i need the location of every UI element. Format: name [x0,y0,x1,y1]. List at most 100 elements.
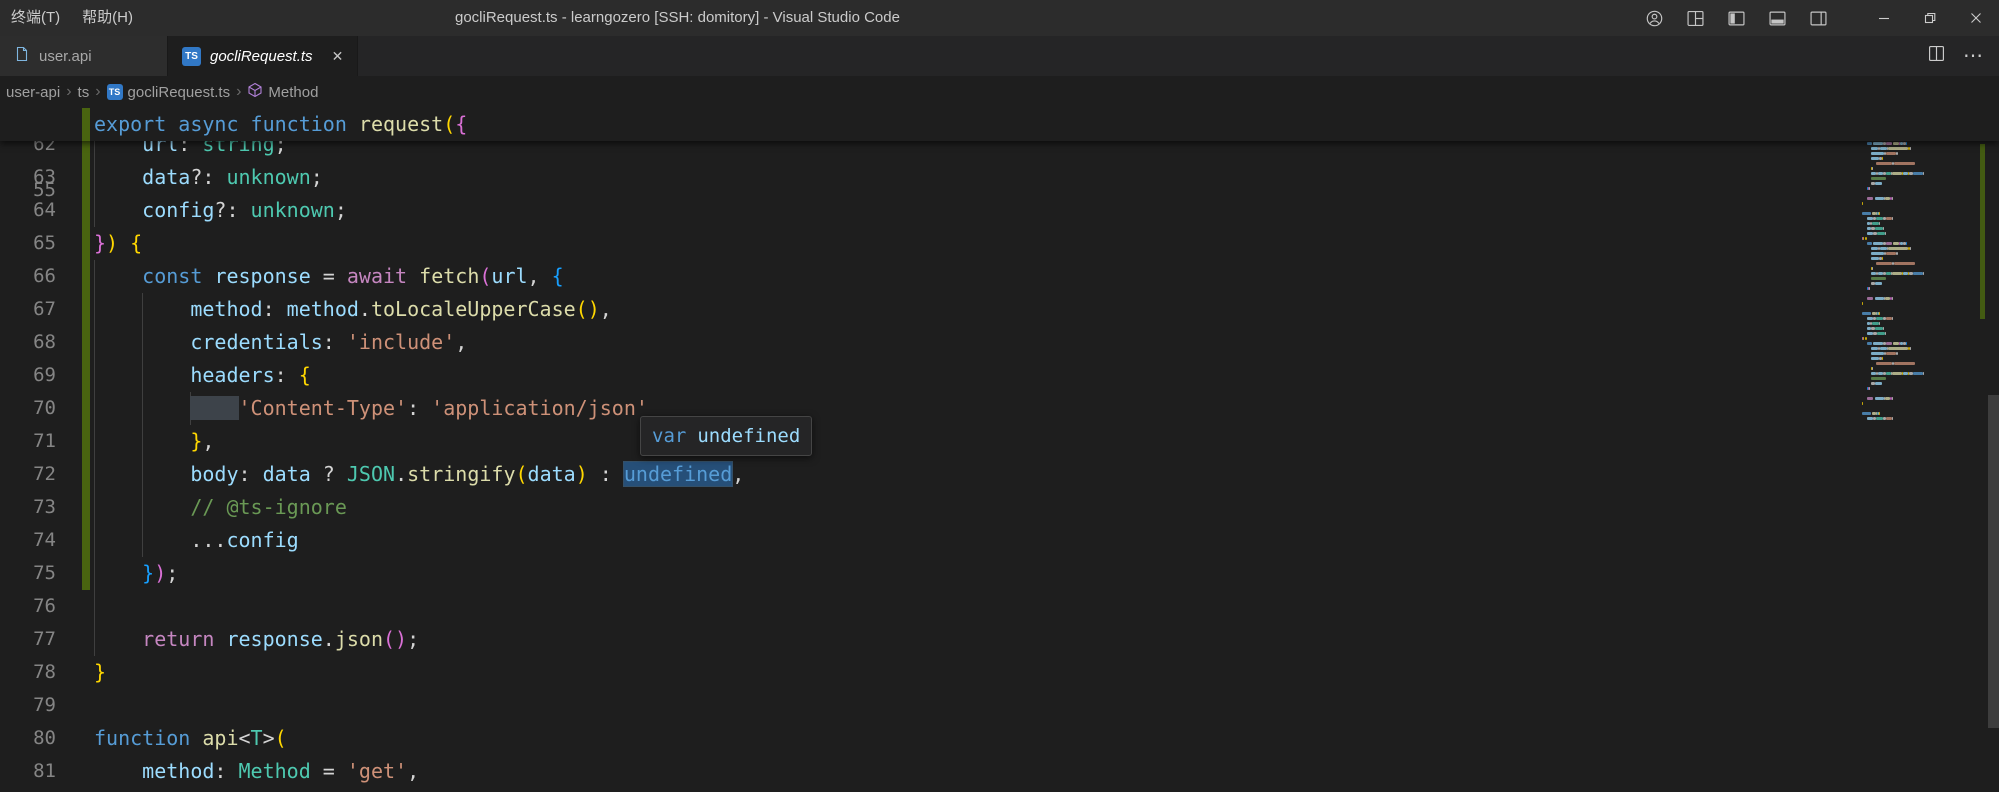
minimap-line [1862,232,1956,235]
line-number[interactable]: 70 [0,392,56,425]
line-number[interactable]: 71 [0,425,56,458]
code-line-text[interactable]: headers: { [94,359,311,392]
tab-user-api[interactable]: user.api [0,36,168,76]
git-added-indicator [82,227,90,260]
tab-label: gocliRequest.ts [210,48,313,65]
code-line-text[interactable]: 'Content-Type': 'application/json' [94,392,648,425]
code-editor[interactable]: 62 url: string;63 data?: unknown;64 conf… [0,108,1999,792]
minimap-line [1862,327,1956,330]
minimap-line [1862,237,1956,240]
line-number[interactable]: 73 [0,491,56,524]
breadcrumb-item-file[interactable]: TS gocliRequest.ts [107,84,231,101]
code-line-text[interactable]: function api<T>( [94,722,287,755]
close-button[interactable] [1953,0,1999,36]
line-number[interactable]: 81 [0,755,56,788]
line-number[interactable]: 80 [0,722,56,755]
line-number[interactable]: 79 [0,689,56,722]
vertical-scrollbar[interactable] [1988,395,1999,728]
line-number[interactable]: 69 [0,359,56,392]
line-number[interactable]: 77 [0,623,56,656]
hover-tooltip: var undefined [640,416,812,456]
minimap-line [1862,377,1956,380]
git-added-indicator [82,491,90,524]
titlebar: 终端(T) 帮助(H) gocliRequest.ts - learngozer… [0,0,1999,36]
code-line-65[interactable]: 65}) { [0,227,1999,260]
customize-layout-icon[interactable] [1687,10,1704,27]
minimap-line [1862,217,1956,220]
toggle-secondary-sidebar-icon[interactable] [1810,10,1827,27]
line-number[interactable]: 67 [0,293,56,326]
toggle-primary-sidebar-icon[interactable] [1728,10,1745,27]
minimap-line [1862,292,1956,295]
toggle-panel-icon[interactable] [1769,10,1786,27]
code-line-79[interactable]: 79 [0,689,1999,722]
line-number[interactable]: 68 [0,326,56,359]
code-line-70[interactable]: 70 'Content-Type': 'application/json' [0,392,1999,425]
code-line-text[interactable]: } [94,656,106,689]
code-line-66[interactable]: 66 const response = await fetch(url, { [0,260,1999,293]
minimap-line [1862,152,1956,155]
code-line-81[interactable]: 81 method: Method = 'get', [0,755,1999,788]
breadcrumb-item-ts-folder[interactable]: ts [78,84,90,101]
file-icon [14,46,30,66]
minimap-line [1862,177,1956,180]
code-line-text[interactable]: // @ts-ignore [94,491,347,524]
code-line-80[interactable]: 80 function api<T>( [0,722,1999,755]
code-line-text[interactable]: return response.json(); [94,623,419,656]
symbol-method-icon [247,82,263,102]
code-line-text[interactable]: }) { [94,227,142,260]
code-line-text[interactable]: credentials: 'include', [94,326,467,359]
code-line-text[interactable]: const response = await fetch(url, { [94,260,564,293]
tab-bar: user.api TS gocliRequest.ts ✕ ⋯ [0,36,1999,76]
code-line-63[interactable]: 63 data?: unknown; [0,161,1999,194]
git-added-indicator [82,392,90,425]
code-line-74[interactable]: 74 ...config [0,524,1999,557]
code-line-text[interactable]: method: method.toLocaleUpperCase(), [94,293,612,326]
account-icon[interactable] [1646,10,1663,27]
minimap-line [1862,347,1956,350]
minimap-line [1862,307,1956,310]
sticky-scroll-line[interactable]: 55 export async function request({ [0,108,1999,141]
code-line-text[interactable]: method: Method = 'get', [94,755,419,788]
git-added-indicator [82,557,90,590]
minimap[interactable] [1862,122,1956,422]
menu-terminal[interactable]: 终端(T) [0,0,71,36]
minimize-button[interactable] [1861,0,1907,36]
minimap-line [1862,242,1956,245]
menu-help[interactable]: 帮助(H) [71,0,144,36]
code-line-text[interactable]: }, [94,425,214,458]
line-number[interactable]: 76 [0,590,56,623]
code-line-77[interactable]: 77 return response.json(); [0,623,1999,656]
breadcrumb-item-folder[interactable]: user-api [6,84,60,101]
tab-gocliRequest[interactable]: TS gocliRequest.ts ✕ [168,36,358,76]
more-actions-icon[interactable]: ⋯ [1963,46,1983,66]
code-line-text[interactable]: data?: unknown; [94,161,323,194]
minimap-line [1862,322,1956,325]
breadcrumb-item-symbol[interactable]: Method [247,82,318,102]
minimap-line [1862,412,1956,415]
code-line-text[interactable]: config?: unknown; [94,194,347,227]
code-line-text[interactable]: ...config [94,524,299,557]
line-number[interactable]: 72 [0,458,56,491]
code-line-69[interactable]: 69 headers: { [0,359,1999,392]
code-line-text[interactable]: body: data ? JSON.stringify(data) : unde… [94,458,744,491]
sticky-line-text: export async function request({ [94,108,467,141]
code-line-73[interactable]: 73 // @ts-ignore [0,491,1999,524]
titlebar-actions [1646,10,1827,27]
code-line-76[interactable]: 76 [0,590,1999,623]
code-line-67[interactable]: 67 method: method.toLocaleUpperCase(), [0,293,1999,326]
code-line-71[interactable]: 71 }, [0,425,1999,458]
code-line-75[interactable]: 75 }); [0,557,1999,590]
minimap-line [1862,387,1956,390]
code-line-text[interactable]: }); [94,557,178,590]
line-number[interactable]: 74 [0,524,56,557]
line-number[interactable]: 75 [0,557,56,590]
code-line-64[interactable]: 64 config?: unknown; [0,194,1999,227]
split-editor-icon[interactable] [1928,45,1945,67]
code-line-72[interactable]: 72 body: data ? JSON.stringify(data) : u… [0,458,1999,491]
restore-button[interactable] [1907,0,1953,36]
line-number[interactable]: 78 [0,656,56,689]
code-line-78[interactable]: 78} [0,656,1999,689]
tab-close-icon[interactable]: ✕ [332,49,344,63]
code-line-68[interactable]: 68 credentials: 'include', [0,326,1999,359]
